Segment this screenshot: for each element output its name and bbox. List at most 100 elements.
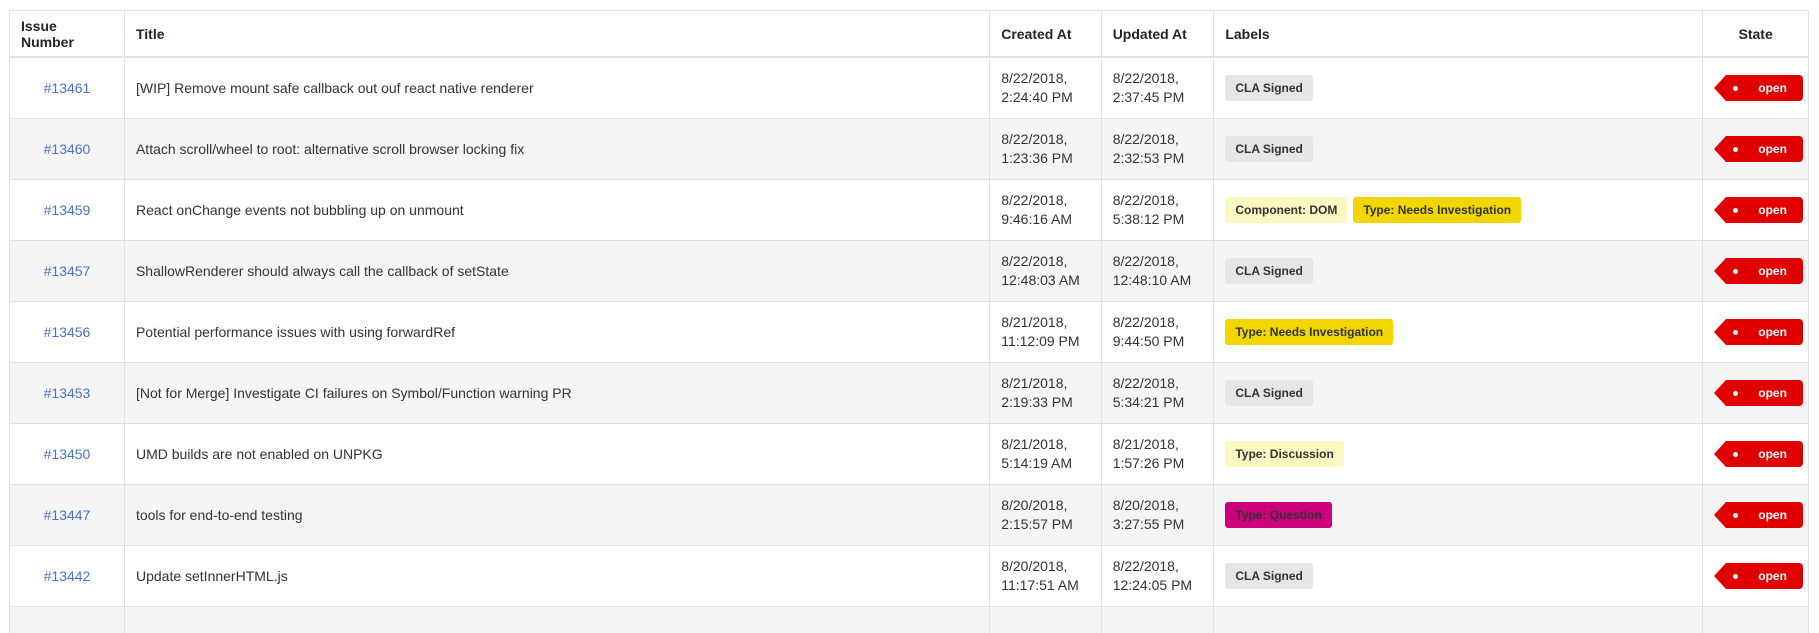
issue-title: tools for end-to-end testing [124,485,989,546]
issue-number-link[interactable]: #13450 [44,446,91,462]
state-badge: open [1726,563,1803,589]
state-label: open [1758,386,1787,400]
updated-time: 12:48:10 AM [1113,271,1203,290]
created-date: 8/22/2018, [1001,69,1089,88]
empty-cell [124,607,989,633]
created-date: 8/20/2018, [1001,496,1089,515]
issue-label[interactable]: Component: DOM [1225,197,1347,223]
table-row-partial [10,607,1809,633]
created-time: 1:23:36 PM [1001,149,1089,168]
table-row[interactable]: #13442 Update setInnerHTML.js8/20/2018,11… [10,546,1809,607]
updated-time: 5:34:21 PM [1113,393,1203,412]
issue-title: [Not for Merge] Investigate CI failures … [124,363,989,424]
created-date: 8/21/2018, [1001,374,1089,393]
table-row[interactable]: #13447 tools for end-to-end testing 8/20/2… [10,485,1809,546]
tag-dot-icon [1733,452,1738,457]
tag-dot-icon [1733,269,1738,274]
tag-dot-icon [1733,391,1738,396]
header-row: Issue Number Title Created At Updated At… [10,11,1809,58]
state-badge: open [1726,75,1803,101]
created-date: 8/20/2018, [1001,557,1089,576]
issue-number-link[interactable]: #13459 [44,202,91,218]
issue-title: React onChange events not bubbling up on… [124,180,989,241]
header-labels[interactable]: Labels [1214,11,1703,58]
header-updated-at[interactable]: Updated At [1101,11,1214,58]
state-badge: open [1726,258,1803,284]
table-row[interactable]: #13460Attach scroll/wheel to root: alter… [10,119,1809,180]
created-date: 8/21/2018, [1001,435,1089,454]
table-header: Issue Number Title Created At Updated At… [10,11,1809,58]
issue-number-link[interactable]: #13456 [44,324,91,340]
table-row[interactable]: #13457ShallowRenderer should always call… [10,241,1809,302]
created-at-cell: 8/22/2018,1:23:36 PM [990,119,1101,180]
empty-cell [1101,607,1214,633]
created-date: 8/22/2018, [1001,252,1089,271]
tag-dot-icon [1733,208,1738,213]
state-label: open [1758,325,1787,339]
issue-number-cell: #13456 [10,302,125,363]
issue-number-cell: #13453 [10,363,125,424]
issues-table-container: Issue Number Title Created At Updated At… [9,10,1809,633]
header-title[interactable]: Title [124,11,989,58]
table-row[interactable]: #13461[WIP] Remove mount safe callback o… [10,57,1809,119]
issue-label[interactable]: CLA Signed [1225,380,1313,406]
issue-label[interactable]: CLA Signed [1225,258,1313,284]
state-label: open [1758,508,1787,522]
empty-cell [1214,607,1703,633]
issue-number-cell: #13460 [10,119,125,180]
state-cell: open [1703,485,1809,546]
created-at-cell: 8/21/2018,2:19:33 PM [990,363,1101,424]
updated-date: 8/20/2018, [1113,496,1203,515]
table-row[interactable]: #13453 [Not for Merge] Investigate CI fai… [10,363,1809,424]
empty-cell [1703,607,1809,633]
state-badge: open [1726,319,1803,345]
state-badge: open [1726,136,1803,162]
created-at-cell: 8/22/2018,2:24:40 PM [990,57,1101,119]
issue-label[interactable]: CLA Signed [1225,136,1313,162]
updated-date: 8/22/2018, [1113,557,1203,576]
issue-label[interactable]: Type: Question [1225,502,1331,528]
issue-number-link[interactable]: #13442 [44,568,91,584]
issue-label[interactable]: CLA Signed [1225,563,1313,589]
issue-number-link[interactable]: #13460 [44,141,91,157]
updated-at-cell: 8/22/2018,2:32:53 PM [1101,119,1214,180]
issue-label[interactable]: Type: Needs Investigation [1225,319,1393,345]
state-label: open [1758,203,1787,217]
table-row[interactable]: #13456Potential performance issues with … [10,302,1809,363]
issue-label[interactable]: Type: Discussion [1225,441,1343,467]
state-cell: open [1703,119,1809,180]
labels-cell: Type: Needs Investigation [1214,302,1703,363]
issue-number-link[interactable]: #13453 [44,385,91,401]
updated-date: 8/22/2018, [1113,130,1203,149]
updated-date: 8/22/2018, [1113,252,1203,271]
issue-title: Update setInnerHTML.js [124,546,989,607]
tag-dot-icon [1733,147,1738,152]
created-at-cell: 8/20/2018,11:17:51 AM [990,546,1101,607]
issue-number-link[interactable]: #13457 [44,263,91,279]
issue-number-link[interactable]: #13461 [44,80,91,96]
updated-at-cell: 8/22/2018,12:24:05 PM [1101,546,1214,607]
updated-date: 8/22/2018, [1113,191,1203,210]
table-row[interactable]: #13459 React onChange events not bubbling… [10,180,1809,241]
issue-number-link[interactable]: #13447 [44,507,91,523]
header-state[interactable]: State [1703,11,1809,58]
created-at-cell: 8/22/2018,9:46:16 AM [990,180,1101,241]
header-issue-number[interactable]: Issue Number [10,11,125,58]
created-time: 11:12:09 PM [1001,332,1089,351]
updated-time: 1:57:26 PM [1113,454,1203,473]
updated-date: 8/22/2018, [1113,69,1203,88]
issue-number-cell: #13457 [10,241,125,302]
header-created-at[interactable]: Created At [990,11,1101,58]
updated-at-cell: 8/22/2018,9:44:50 PM [1101,302,1214,363]
state-cell: open [1703,302,1809,363]
state-cell: open [1703,241,1809,302]
issue-number-cell: #13442 [10,546,125,607]
updated-date: 8/21/2018, [1113,435,1203,454]
issue-label[interactable]: Type: Needs Investigation [1353,197,1521,223]
created-date: 8/22/2018, [1001,191,1089,210]
table-row[interactable]: #13450UMD builds are not enabled on UNPK… [10,424,1809,485]
labels-cell: Type: Question [1214,485,1703,546]
issue-label[interactable]: CLA Signed [1225,75,1313,101]
updated-time: 2:32:53 PM [1113,149,1203,168]
tag-dot-icon [1733,574,1738,579]
